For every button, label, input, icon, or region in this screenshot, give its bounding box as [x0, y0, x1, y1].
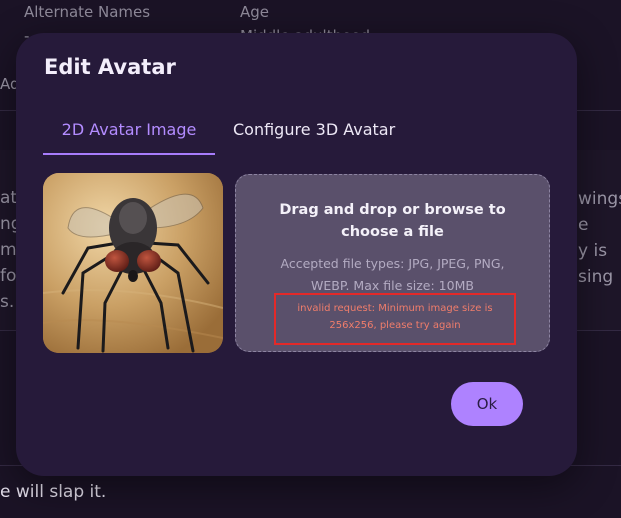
tab-configure-3d-avatar[interactable]: Configure 3D Avatar [233, 117, 395, 155]
tab-2d-avatar-image[interactable]: 2D Avatar Image [43, 117, 215, 155]
dropzone-title-line: choose a file [341, 224, 444, 240]
desc-left-line: fo [0, 266, 17, 286]
modal-title: Edit Avatar [44, 55, 176, 79]
upload-error-message: invalid request: Minimum image size is 2… [274, 293, 516, 345]
desc-right-line: wings [578, 189, 621, 209]
desc-right-line: sing [578, 267, 614, 287]
dropzone-title: Drag and drop or browse to choose a file [236, 199, 549, 243]
avatar-preview-image [43, 173, 223, 353]
edit-avatar-modal: Edit Avatar 2D Avatar Image Configure 3D… [16, 33, 577, 476]
alternate-names-label: Alternate Names [24, 3, 151, 21]
error-line: invalid request: Minimum image size is [297, 303, 493, 314]
desc-left-line: at [0, 188, 18, 208]
desc-left-line: s. [0, 292, 15, 312]
file-dropzone[interactable]: Drag and drop or browse to choose a file… [235, 174, 550, 352]
ok-button[interactable]: Ok [451, 382, 523, 426]
page: Alternate Names Age - Middle adulthood A… [0, 0, 621, 518]
accepted-types-line: Accepted file types: JPG, JPEG, PNG, [280, 256, 505, 271]
desc-right-line: e [578, 215, 589, 235]
desc-right-line: y is [578, 241, 608, 261]
avatar-tabs: 2D Avatar Image Configure 3D Avatar [43, 117, 563, 155]
dropzone-title-line: Drag and drop or browse to [279, 202, 506, 218]
housefly-photo [43, 173, 223, 353]
accepted-file-types: Accepted file types: JPG, JPEG, PNG, WEB… [236, 253, 549, 297]
error-line: 256x256, please try again [329, 320, 461, 331]
bottom-text: e will slap it. [0, 482, 107, 502]
age-label: Age [240, 3, 270, 21]
